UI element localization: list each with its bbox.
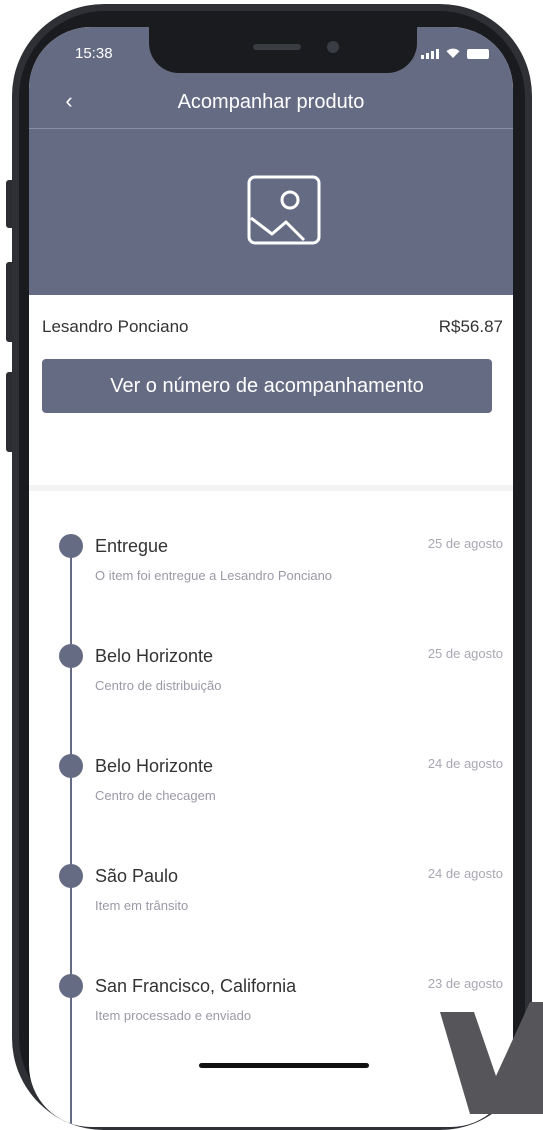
timeline-dot (59, 754, 83, 778)
timeline-event: São Paulo Item em trânsito 24 de agosto (29, 862, 513, 922)
event-date: 24 de agosto (427, 756, 503, 771)
timeline-dot (59, 864, 83, 888)
wifi-icon (446, 48, 460, 58)
tracking-button-label: Ver o número de acompanhamento (110, 374, 424, 397)
speaker (253, 44, 301, 50)
event-title: São Paulo (95, 866, 179, 886)
checkmark-icon (440, 1002, 543, 1114)
event-title: Entregue (95, 536, 169, 556)
event-date: 24 de agosto (427, 866, 503, 881)
event-date: 25 de agosto (427, 646, 503, 661)
timeline-event: Belo Horizonte Centro de checagem 24 de … (29, 752, 513, 812)
view-tracking-number-button[interactable]: Ver o número de acompanhamento (42, 359, 492, 413)
header-divider (29, 128, 513, 129)
phone-screen: 15:38 ‹ Acompanhar produto Lesandro Ponc… (29, 27, 513, 1127)
section-separator (29, 485, 513, 491)
event-date: 25 de agosto (427, 536, 503, 551)
timeline-event: Entregue O item foi entregue a Lesandro … (29, 532, 513, 592)
status-time: 15:38 (75, 45, 113, 62)
event-title: San Francisco, California (95, 976, 297, 996)
timeline-line (70, 542, 72, 1127)
customer-name: Lesandro Ponciano (42, 317, 189, 336)
header: 15:38 ‹ Acompanhar produto (29, 27, 513, 295)
event-description: Centro de distribuição (95, 678, 222, 693)
event-description: O item foi entregue a Lesandro Ponciano (95, 568, 333, 583)
event-description: Centro de checagem (95, 788, 216, 803)
order-price: R$56.87 (438, 317, 503, 336)
timeline-dot (59, 974, 83, 998)
event-date: 23 de agosto (427, 976, 503, 991)
event-description: Item em trânsito (95, 898, 189, 913)
battery-icon (467, 49, 489, 59)
page-title: Acompanhar produto (177, 91, 365, 113)
camera (327, 41, 339, 53)
image-placeholder-icon (247, 175, 321, 245)
timeline-event: Belo Horizonte Centro de distribuição 25… (29, 642, 513, 702)
event-title: Belo Horizonte (95, 646, 214, 666)
notch (149, 27, 417, 73)
home-indicator[interactable] (199, 1063, 369, 1068)
signal-icon (421, 49, 439, 59)
event-title: Belo Horizonte (95, 756, 214, 776)
timeline-dot (59, 534, 83, 558)
event-description: Item processado e enviado (95, 1008, 252, 1023)
timeline-dot (59, 644, 83, 668)
status-icons (421, 47, 489, 59)
